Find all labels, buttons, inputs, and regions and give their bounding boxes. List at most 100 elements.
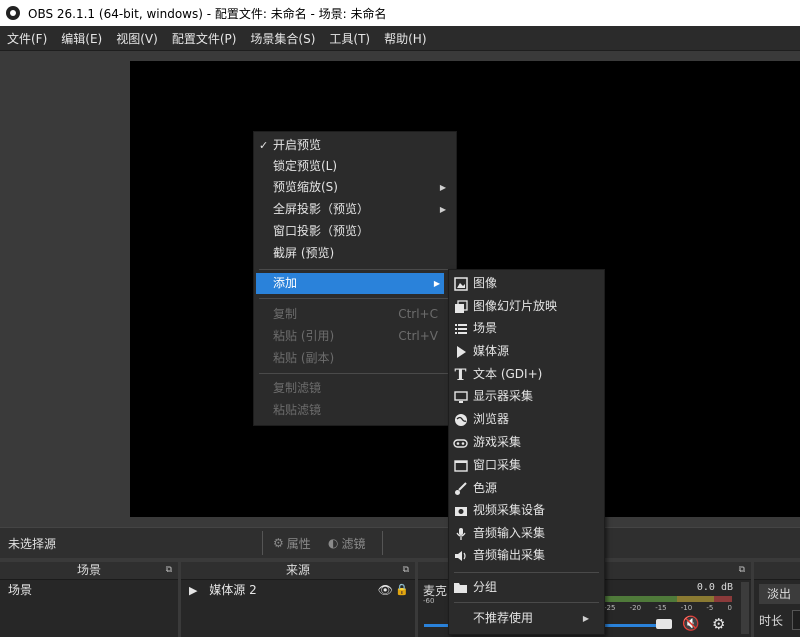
menu-separator xyxy=(259,373,451,374)
meter-tick-label: -25 xyxy=(604,604,616,612)
submenu-item-image-slideshow[interactable]: 图像幻灯片放映 xyxy=(449,296,599,317)
window-title: OBS 26.1.1 (64-bit, windows) - 配置文件: 未命名… xyxy=(28,6,387,21)
image-icon xyxy=(453,276,468,291)
menu-item-label: 全屏投影（预览） xyxy=(273,202,370,216)
menu-item-preview-scaling[interactable]: 预览缩放(S) ▶ xyxy=(254,177,456,198)
lock-icon[interactable]: 🔒 xyxy=(395,580,409,600)
menu-item-label: 粘贴滤镜 xyxy=(273,403,322,417)
folder-icon xyxy=(453,580,468,595)
menu-item-label: 文本 (GDI+) xyxy=(473,367,543,381)
volume-meter xyxy=(604,596,732,602)
properties-button[interactable]: ⚙ 属性 xyxy=(273,535,311,552)
menu-item-fullscreen-projector[interactable]: 全屏投影（预览） ▶ xyxy=(254,199,456,220)
submenu-item-video-capture-device[interactable]: 视频采集设备 xyxy=(449,500,599,521)
menu-item-label: 图像幻灯片放映 xyxy=(473,299,558,313)
meter-tick-label: -5 xyxy=(706,604,714,612)
preview-context-menu: ✓ 开启预览 锁定预览(L) 预览缩放(S) ▶ 全屏投影（预览） ▶ 窗口投影… xyxy=(253,131,457,426)
menu-item-enable-preview[interactable]: ✓ 开启预览 xyxy=(254,135,456,156)
menu-item-paste-filters[interactable]: 粘贴滤镜 xyxy=(254,400,456,421)
submenu-item-text-gdi[interactable]: T 文本 (GDI+) xyxy=(449,364,599,385)
filters-button[interactable]: ◐ 滤镜 xyxy=(328,535,366,552)
menu-item-label: 场景 xyxy=(473,321,498,335)
menu-separator xyxy=(259,298,451,299)
menu-item-label: 粘贴 (副本) xyxy=(273,351,335,365)
visibility-eye-icon[interactable]: 👁 xyxy=(378,580,393,600)
menu-view[interactable]: 视图(V) xyxy=(109,30,165,47)
submenu-item-display-capture[interactable]: 显示器采集 xyxy=(449,386,599,407)
menu-item-copy[interactable]: 复制 Ctrl+C xyxy=(254,304,456,325)
menu-item-paste-reference[interactable]: 粘贴 (引用) Ctrl+V xyxy=(254,326,456,347)
scenes-dock-header: 场景 ⧉ xyxy=(0,562,178,580)
play-icon xyxy=(453,344,468,359)
menu-item-label: 锁定预览(L) xyxy=(273,159,338,173)
submenu-arrow-icon: ▶ xyxy=(439,183,446,192)
menu-profile[interactable]: 配置文件(P) xyxy=(165,30,244,47)
menu-item-lock-preview[interactable]: 锁定预览(L) xyxy=(254,156,456,177)
undock-icon[interactable]: ⧉ xyxy=(403,562,409,579)
muted-speaker-icon[interactable]: 🔇 xyxy=(682,616,699,632)
submenu-item-game-capture[interactable]: 游戏采集 xyxy=(449,432,599,453)
menu-scene-collection[interactable]: 场景集合(S) xyxy=(243,30,322,47)
submenu-item-window-capture[interactable]: 窗口采集 xyxy=(449,455,599,476)
submenu-item-image[interactable]: 图像 xyxy=(449,273,599,294)
submenu-item-browser[interactable]: 浏览器 xyxy=(449,409,599,430)
menu-item-label: 音频输入采集 xyxy=(473,526,546,540)
mixer-scrollbar[interactable] xyxy=(741,582,749,634)
slideshow-icon xyxy=(453,299,468,314)
submenu-item-deprecated[interactable]: 不推荐使用 ▶ xyxy=(449,608,599,629)
menu-item-label: 分组 xyxy=(473,580,498,594)
shortcut-label: Ctrl+C xyxy=(398,307,438,321)
menu-file[interactable]: 文件(F) xyxy=(0,30,54,47)
mixer-db-value: 0.0 dB xyxy=(696,582,733,593)
menu-item-label: 预览缩放(S) xyxy=(273,180,338,194)
menu-item-windowed-projector[interactable]: 窗口投影（预览） xyxy=(254,221,456,242)
text-icon: T xyxy=(454,365,467,384)
menu-item-label: 游戏采集 xyxy=(473,435,522,449)
menu-item-label: 窗口采集 xyxy=(473,458,522,472)
menu-item-label: 图像 xyxy=(473,276,498,290)
source-toolbar: 未选择源 ⚙ 属性 ◐ 滤镜 xyxy=(0,527,800,558)
menu-item-label: 不推荐使用 xyxy=(473,611,534,625)
toolbar-divider xyxy=(262,531,263,555)
transitions-dock: 淡出 时长 xyxy=(754,562,800,637)
menu-bar: 文件(F) 编辑(E) 视图(V) 配置文件(P) 场景集合(S) 工具(T) … xyxy=(0,26,800,51)
menu-help[interactable]: 帮助(H) xyxy=(377,30,433,47)
duration-field[interactable] xyxy=(792,610,800,630)
meter-tick-label: -60 xyxy=(423,597,435,605)
scenes-dock: 场景 ⧉ 场景 xyxy=(0,562,178,637)
menu-item-label: 窗口投影（预览） xyxy=(273,224,370,238)
menu-edit[interactable]: 编辑(E) xyxy=(54,30,109,47)
gear-icon: ⚙ xyxy=(273,536,284,550)
menu-item-add[interactable]: 添加 ▶ xyxy=(256,273,444,294)
submenu-item-audio-input-capture[interactable]: 音频输入采集 xyxy=(449,523,599,544)
gear-icon[interactable]: ⚙ xyxy=(712,615,725,633)
undock-icon[interactable]: ⧉ xyxy=(166,562,172,579)
camera-icon xyxy=(453,503,468,518)
title-bar: OBS 26.1.1 (64-bit, windows) - 配置文件: 未命名… xyxy=(0,0,800,26)
menu-tools[interactable]: 工具(T) xyxy=(322,30,377,47)
meter-tick-label: 0 xyxy=(727,604,732,612)
checkmark-icon: ✓ xyxy=(259,139,269,152)
menu-item-label: 粘贴 (引用) xyxy=(273,329,335,343)
submenu-item-color-source[interactable]: 色源 xyxy=(449,478,599,499)
transition-select[interactable]: 淡出 xyxy=(759,584,800,604)
menu-item-label: 音频输出采集 xyxy=(473,548,546,562)
submenu-item-media-source[interactable]: 媒体源 xyxy=(449,341,599,362)
submenu-item-group[interactable]: 分组 xyxy=(449,577,599,598)
duration-label: 时长 xyxy=(759,614,784,628)
menu-item-paste-duplicate[interactable]: 粘贴 (副本) xyxy=(254,348,456,369)
shortcut-label: Ctrl+V xyxy=(398,329,438,343)
source-list-item[interactable]: ▶ 媒体源 2 👁 🔒 xyxy=(181,580,415,600)
scene-list-item[interactable]: 场景 xyxy=(0,580,178,600)
list-icon xyxy=(453,321,468,336)
monitor-icon xyxy=(453,389,468,404)
undock-icon[interactable]: ⧉ xyxy=(739,562,745,579)
submenu-item-audio-output-capture[interactable]: 音频输出采集 xyxy=(449,545,599,566)
menu-item-screenshot[interactable]: 截屏 (预览) xyxy=(254,243,456,264)
volume-slider-handle[interactable] xyxy=(656,619,672,629)
brush-icon xyxy=(453,481,468,496)
submenu-item-scene[interactable]: 场景 xyxy=(449,318,599,339)
scenes-dock-title: 场景 xyxy=(76,563,101,577)
menu-item-copy-filters[interactable]: 复制滤镜 xyxy=(254,378,456,399)
menu-item-label: 复制 xyxy=(273,307,298,321)
